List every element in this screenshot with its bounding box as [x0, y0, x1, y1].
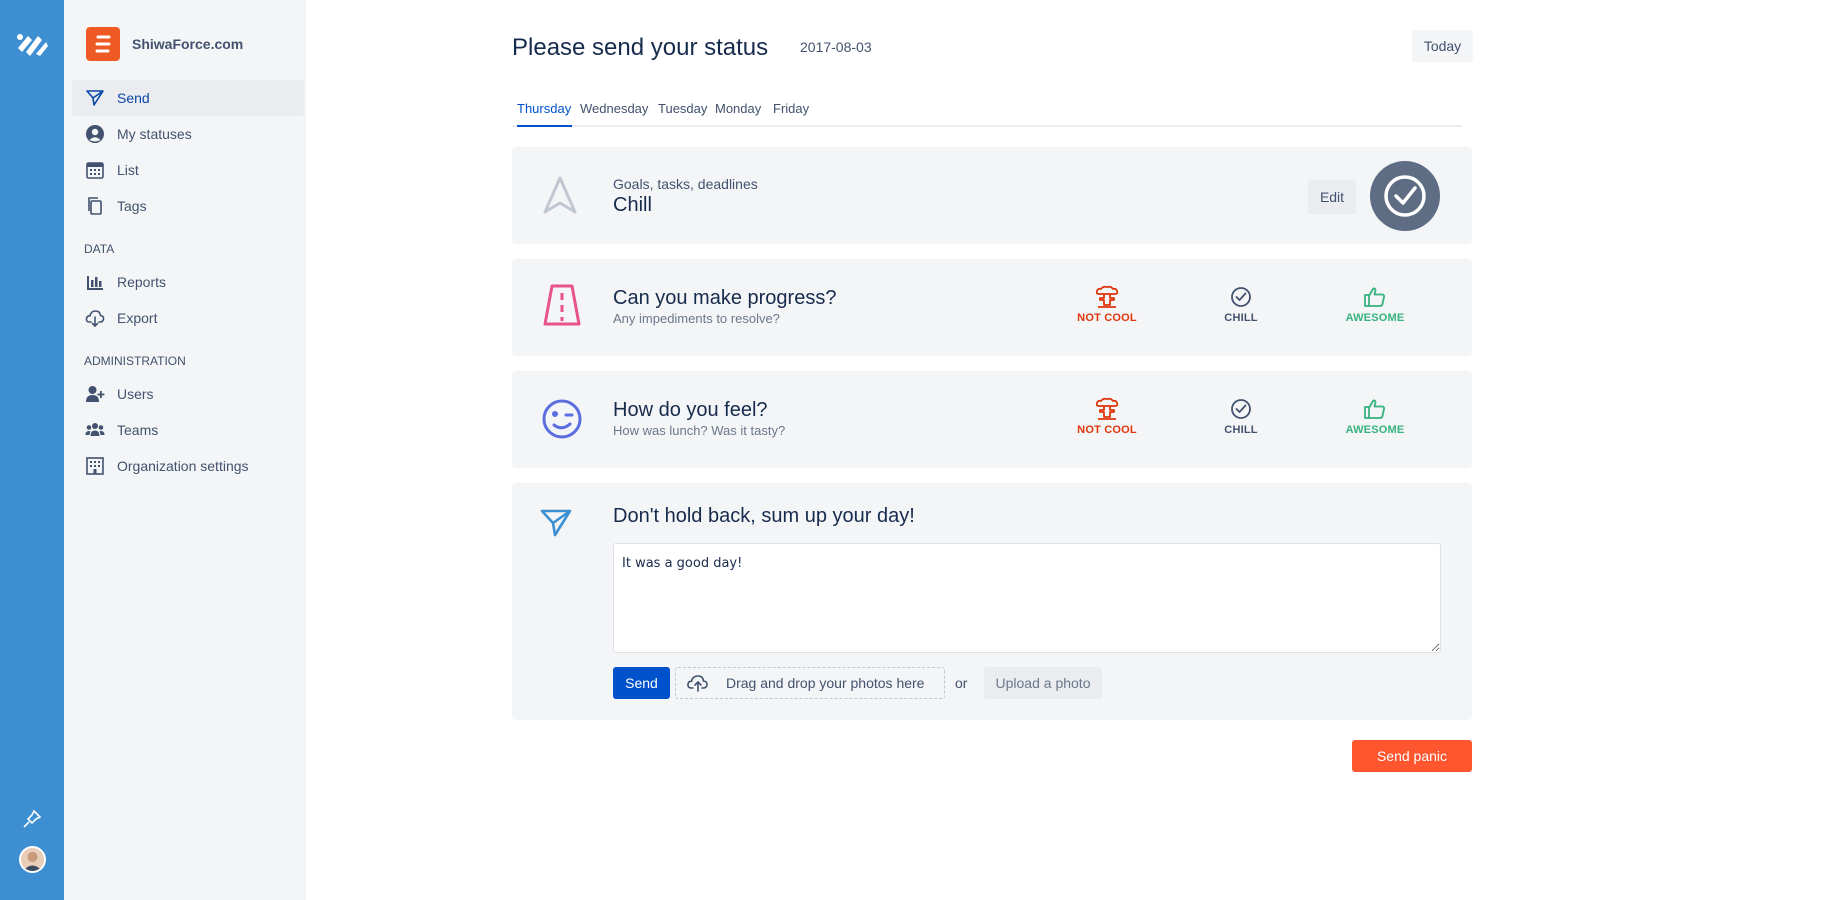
- user-circle-icon: [85, 124, 105, 144]
- feel-title: How do you feel?: [613, 399, 768, 421]
- feel-card: How do you feel? How was lunch? Was it t…: [512, 371, 1472, 468]
- sidebar-item-label: My statuses: [117, 126, 192, 142]
- feel-not-cool-option[interactable]: NOT COOL: [1062, 397, 1152, 436]
- option-label: AWESOME: [1345, 312, 1405, 324]
- tab-tuesday[interactable]: Tuesday: [658, 101, 707, 127]
- sidebar-item-label: Teams: [117, 422, 159, 438]
- sidebar-item-label: Send: [117, 90, 150, 106]
- cloud-upload-icon: [686, 673, 710, 693]
- check-circle-icon: [1228, 285, 1254, 309]
- summary-textarea[interactable]: It was a good day!: [613, 543, 1441, 653]
- sidebar-item-users[interactable]: Users: [72, 376, 304, 412]
- building-icon: [85, 456, 105, 476]
- sidebar-item-send[interactable]: Send: [72, 80, 304, 116]
- feel-awesome-option[interactable]: AWESOME: [1330, 397, 1420, 436]
- today-button[interactable]: Today: [1412, 30, 1473, 62]
- day-tabs: Thursday Wednesday Tuesday Monday Friday: [512, 101, 1462, 127]
- bar-chart-icon: [85, 272, 105, 292]
- or-separator: or: [955, 675, 968, 691]
- tab-monday[interactable]: Monday: [715, 101, 761, 127]
- explosion-icon: [1094, 397, 1120, 421]
- section-heading-data: DATA: [84, 242, 115, 256]
- check-circle-icon: [1228, 397, 1254, 421]
- org-name: ShiwaForce.com: [132, 36, 244, 52]
- thumbs-up-icon: [1362, 285, 1388, 309]
- sidebar-item-tags[interactable]: Tags: [72, 188, 304, 224]
- active-tab-indicator: [517, 125, 572, 127]
- progress-title: Can you make progress?: [613, 287, 837, 309]
- sidebar: ShiwaForce.com Send My statuses List Tag…: [64, 0, 306, 900]
- sidebar-item-reports[interactable]: Reports: [72, 264, 304, 300]
- sidebar-item-label: List: [117, 162, 139, 178]
- photo-dropzone[interactable]: Drag and drop your photos here: [675, 667, 945, 699]
- thumbs-up-icon: [1362, 397, 1388, 421]
- option-label: NOT COOL: [1077, 424, 1137, 436]
- sidebar-item-label: Organization settings: [117, 458, 249, 474]
- app-logo-icon[interactable]: [14, 28, 50, 60]
- sidebar-item-label: Users: [117, 386, 154, 402]
- user-avatar[interactable]: [19, 846, 46, 873]
- sidebar-item-my-statuses[interactable]: My statuses: [72, 116, 304, 152]
- upload-photo-button[interactable]: Upload a photo: [984, 667, 1102, 699]
- dropzone-label: Drag and drop your photos here: [726, 675, 925, 691]
- option-label: CHILL: [1224, 312, 1258, 324]
- section-heading-administration: ADMINISTRATION: [84, 354, 186, 368]
- goals-title: Chill: [613, 194, 652, 216]
- tab-friday[interactable]: Friday: [773, 101, 809, 127]
- progress-subtitle: Any impediments to resolve?: [613, 311, 780, 326]
- org-logo-icon: [86, 27, 120, 61]
- sidebar-item-label: Reports: [117, 274, 167, 290]
- copy-icon: [85, 196, 105, 216]
- sidebar-item-label: Export: [117, 310, 158, 326]
- option-label: CHILL: [1224, 424, 1258, 436]
- road-icon: [540, 283, 584, 327]
- progress-chill-option[interactable]: CHILL: [1196, 285, 1286, 324]
- summary-card: Don't hold back, sum up your day! It was…: [512, 483, 1472, 720]
- sidebar-item-export[interactable]: Export: [72, 300, 304, 336]
- goals-card: Goals, tasks, deadlines Chill Edit: [512, 147, 1472, 244]
- progress-not-cool-option[interactable]: NOT COOL: [1062, 285, 1152, 324]
- cloud-download-icon: [85, 308, 105, 328]
- tab-thursday[interactable]: Thursday: [517, 101, 571, 127]
- option-label: NOT COOL: [1077, 312, 1137, 324]
- check-circle-icon[interactable]: [1370, 161, 1440, 231]
- org-header[interactable]: ShiwaForce.com: [86, 27, 243, 61]
- explosion-icon: [1094, 285, 1120, 309]
- status-date: 2017-08-03: [800, 39, 872, 55]
- send-panic-button[interactable]: Send panic: [1352, 740, 1472, 772]
- page-title: Please send your status: [512, 34, 769, 61]
- global-nav-rail: [0, 0, 64, 900]
- send-icon: [534, 501, 578, 545]
- send-button[interactable]: Send: [613, 667, 670, 699]
- sidebar-item-list[interactable]: List: [72, 152, 304, 188]
- sidebar-item-teams[interactable]: Teams: [72, 412, 304, 448]
- wink-face-icon: [540, 397, 584, 441]
- feel-subtitle: How was lunch? Was it tasty?: [613, 423, 786, 438]
- calendar-icon: [85, 160, 105, 180]
- send-icon: [85, 88, 105, 108]
- option-label: AWESOME: [1345, 424, 1405, 436]
- progress-card: Can you make progress? Any impediments t…: [512, 259, 1472, 356]
- summary-title: Don't hold back, sum up your day!: [613, 505, 915, 527]
- tab-wednesday[interactable]: Wednesday: [580, 101, 648, 127]
- sidebar-item-label: Tags: [117, 198, 147, 214]
- navigation-arrow-icon: [538, 173, 582, 217]
- edit-button[interactable]: Edit: [1308, 180, 1356, 214]
- sidebar-item-organization-settings[interactable]: Organization settings: [72, 448, 304, 484]
- goals-subtitle: Goals, tasks, deadlines: [613, 176, 758, 192]
- users-icon: [85, 420, 105, 440]
- feel-chill-option[interactable]: CHILL: [1196, 397, 1286, 436]
- progress-awesome-option[interactable]: AWESOME: [1330, 285, 1420, 324]
- pin-icon[interactable]: [22, 809, 42, 829]
- user-plus-icon: [85, 384, 105, 404]
